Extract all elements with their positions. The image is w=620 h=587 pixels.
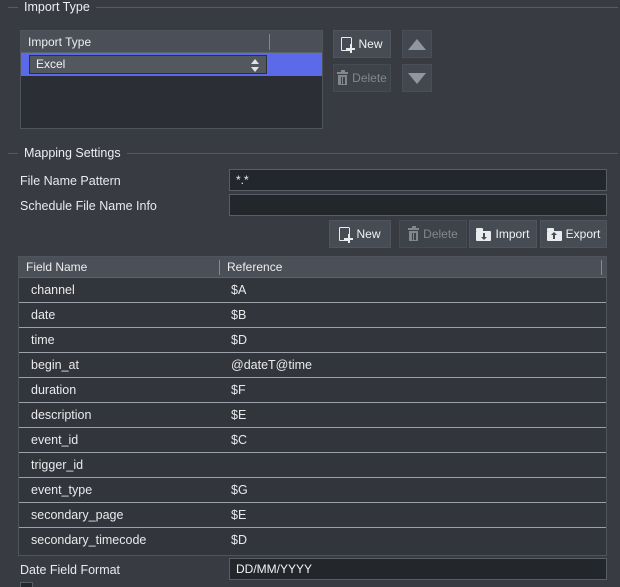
folder-up-icon [547,228,562,241]
cell-field-name[interactable]: trigger_id [31,453,83,478]
cell-field-name[interactable]: duration [31,378,76,403]
file-name-pattern-input[interactable]: *.* [229,169,607,191]
import-type-combobox[interactable]: Excel [29,55,267,74]
cell-reference[interactable]: $D [231,528,247,553]
cell-reference[interactable]: $C [231,428,247,453]
mapping-new-button[interactable]: New [329,220,391,248]
import-type-move-down-button[interactable] [402,64,432,92]
import-type-delete-button-label: Delete [352,71,387,85]
table-row[interactable]: secondary_page $E [19,503,606,528]
date-field-format-input[interactable]: DD/MM/YYYY [229,558,607,580]
mapping-export-button[interactable]: Export [540,220,607,248]
schedule-file-name-info-label: Schedule File Name Info [20,199,157,213]
mapping-settings-groupbox-title: Mapping Settings [18,146,127,160]
import-type-move-up-button[interactable] [402,30,432,58]
column-header-field-name[interactable]: Field Name [19,257,216,278]
table-row[interactable]: event_type $G [19,478,606,503]
column-divider-2[interactable] [601,260,602,275]
schedule-file-name-info-input[interactable] [229,194,607,216]
cell-field-name[interactable]: description [31,403,91,428]
import-type-new-button[interactable]: New [333,30,391,58]
new-document-icon [339,227,352,242]
field-mapping-table[interactable]: Field Name Reference channel$Adate$Btime… [18,256,607,556]
cell-field-name[interactable]: event_type [31,478,92,503]
date-field-format-value: DD/MM/YYYY [236,560,312,578]
import-type-combobox-value: Excel [36,57,65,71]
trash-icon [408,227,419,241]
cell-field-name[interactable]: channel [31,278,75,303]
bottom-checkbox[interactable] [20,582,33,587]
table-row[interactable]: time $D [19,328,606,353]
table-row[interactable]: channel $A [19,278,606,303]
column-header-blank[interactable] [270,31,322,53]
file-name-pattern-value: *.* [236,171,249,189]
import-type-table[interactable]: Import Type Excel [20,30,323,129]
column-header-reference[interactable]: Reference [220,257,600,278]
import-type-groupbox: Import Type Import Type Excel New [0,0,620,138]
table-row[interactable]: event_id $C [19,428,606,453]
cell-field-name[interactable]: begin_at [31,353,79,378]
table-row[interactable]: duration $F [19,378,606,403]
field-mapping-table-body: channel $A date $B time $D begin_at @dateT@time… [19,278,606,555]
groupbox-divider-line [8,7,618,8]
cell-reference[interactable]: $E [231,403,246,428]
triangle-down-icon [408,73,426,84]
cell-field-name[interactable]: time [31,328,55,353]
file-name-pattern-label: File Name Pattern [20,174,121,188]
table-row-selected[interactable]: Excel [21,53,322,76]
mapping-import-button[interactable]: Import [469,220,537,248]
import-type-table-header: Import Type [21,31,322,53]
mapping-delete-button[interactable]: Delete [399,220,467,248]
chevron-updown-icon[interactable] [251,58,260,73]
table-row[interactable]: date $B [19,303,606,328]
folder-down-icon [476,228,491,241]
triangle-up-icon [408,39,426,50]
table-row[interactable]: begin_at @dateT@time [19,353,606,378]
field-mapping-table-header: Field Name Reference [19,257,606,278]
cell-field-name[interactable]: event_id [31,428,78,453]
table-row[interactable]: description $E [19,403,606,428]
cell-field-name[interactable]: secondary_timecode [31,528,146,553]
cell-reference[interactable]: $E [231,503,246,528]
import-type-new-button-label: New [358,37,382,51]
cell-reference[interactable]: @dateT@time [231,353,312,378]
table-row[interactable]: secondary_timecode $D [19,528,606,553]
cell-field-name[interactable]: secondary_page [31,503,123,528]
date-field-format-label: Date Field Format [20,563,120,577]
trash-icon [337,71,348,85]
table-row[interactable]: trigger_id [19,453,606,478]
import-type-delete-button[interactable]: Delete [333,64,391,92]
import-type-groupbox-title: Import Type [18,0,96,14]
mapping-export-button-label: Export [566,227,601,241]
mapping-new-button-label: New [356,227,380,241]
cell-reference[interactable]: $B [231,303,246,328]
mapping-delete-button-label: Delete [423,227,458,241]
cell-reference[interactable]: $A [231,278,246,303]
cell-reference[interactable]: $G [231,478,248,503]
mapping-import-button-label: Import [495,227,529,241]
new-document-icon [341,37,354,52]
cell-field-name[interactable]: date [31,303,55,328]
cell-reference[interactable]: $D [231,328,247,353]
cell-reference[interactable]: $F [231,378,246,403]
column-header-import-type[interactable]: Import Type [21,31,266,53]
